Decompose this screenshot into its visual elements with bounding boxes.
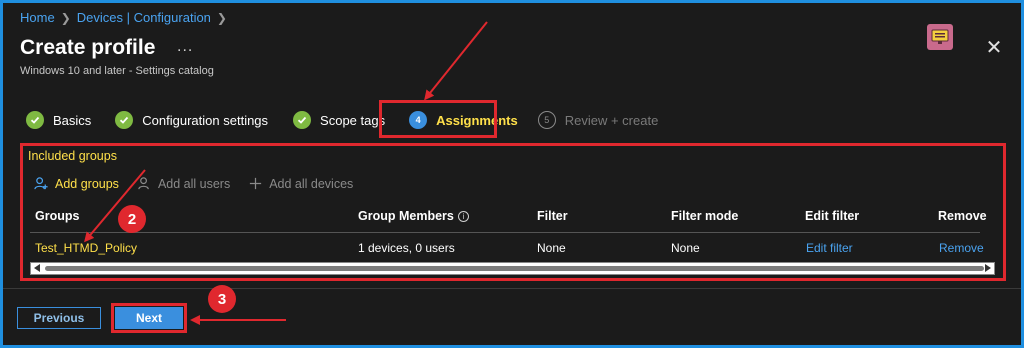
annotation-arrows bbox=[84, 21, 488, 325]
arrow-to-group bbox=[84, 169, 146, 243]
arrow-to-assignments bbox=[424, 21, 488, 101]
